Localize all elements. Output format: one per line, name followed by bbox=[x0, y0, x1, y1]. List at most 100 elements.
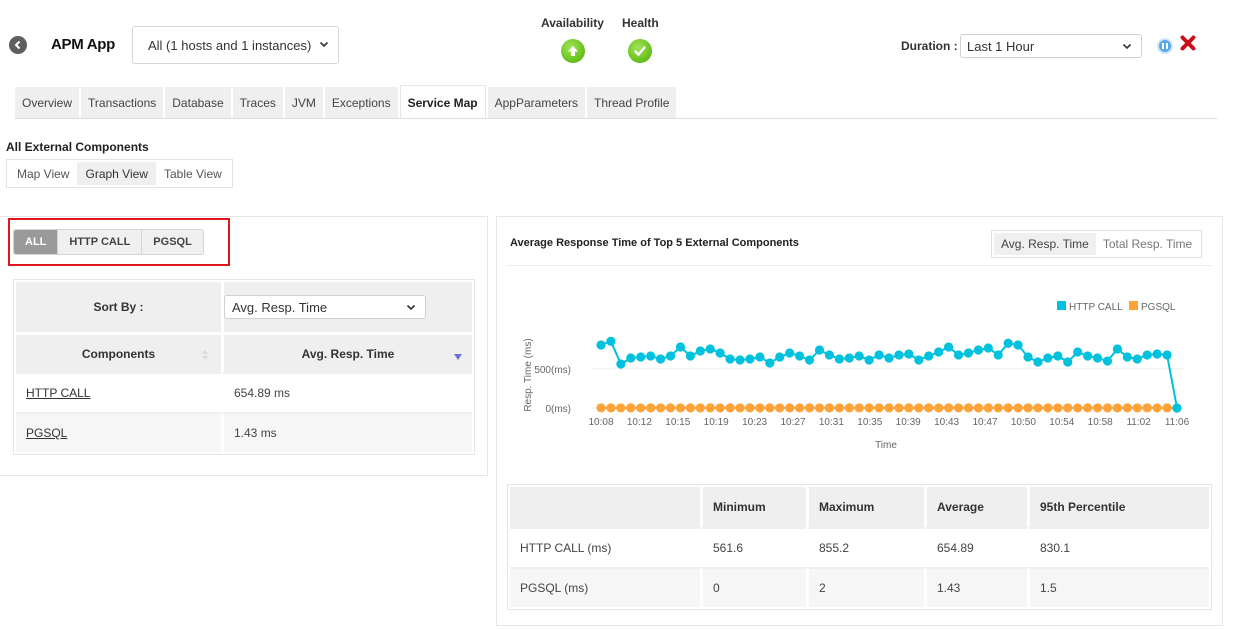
components-column-header[interactable]: Components bbox=[16, 332, 221, 372]
table-row: HTTP CALL (ms) 561.6 855.2 654.89 830.1 bbox=[510, 527, 1209, 567]
data-point-http-call bbox=[943, 342, 954, 352]
data-point-pgsql bbox=[1152, 403, 1162, 413]
y-axis-title: Resp. Time (ms) bbox=[523, 338, 534, 411]
stats-header-average: Average bbox=[924, 487, 1027, 527]
table-view-tab[interactable]: Table View bbox=[156, 162, 230, 185]
health-check-icon[interactable] bbox=[628, 39, 652, 63]
stats-cell: 1.5 bbox=[1027, 567, 1209, 607]
stats-row-label: PGSQL (ms) bbox=[510, 567, 700, 607]
data-point-pgsql bbox=[804, 403, 815, 413]
chevron-left-icon bbox=[14, 40, 21, 50]
x-tick-label: 10:35 bbox=[857, 417, 882, 428]
data-point-pgsql bbox=[646, 403, 656, 413]
data-point-http-call bbox=[1083, 351, 1093, 361]
legend-swatch bbox=[1129, 301, 1138, 310]
data-point-http-call bbox=[675, 342, 686, 352]
data-point-http-call bbox=[1003, 338, 1013, 348]
tab-service-map[interactable]: Service Map bbox=[399, 85, 486, 119]
data-point-http-call bbox=[924, 351, 934, 361]
availability-up-icon[interactable] bbox=[561, 39, 585, 63]
data-point-http-call bbox=[1172, 403, 1182, 413]
data-point-http-call bbox=[884, 353, 894, 363]
data-point-pgsql bbox=[755, 403, 765, 413]
y-tick-label: 0(ms) bbox=[545, 404, 571, 415]
data-point-http-call bbox=[973, 345, 983, 355]
data-point-http-call bbox=[1142, 350, 1152, 360]
data-point-pgsql bbox=[1122, 403, 1132, 413]
graph-view-tab[interactable]: Graph View bbox=[77, 162, 156, 185]
data-point-http-call bbox=[725, 354, 735, 364]
highlight-annotation bbox=[8, 218, 230, 266]
data-point-pgsql bbox=[795, 403, 805, 413]
stats-row-label: HTTP CALL (ms) bbox=[510, 527, 700, 567]
x-tick-label: 10:23 bbox=[742, 417, 767, 428]
data-point-http-call bbox=[1013, 340, 1023, 350]
data-point-http-call bbox=[1033, 357, 1043, 367]
response-time-chart: 0(ms) 500(ms)Resp. Time (ms) 10:08 10:12 10:… bbox=[523, 301, 1190, 451]
back-button[interactable] bbox=[9, 36, 27, 54]
tab-exceptions[interactable]: Exceptions bbox=[324, 87, 398, 118]
data-point-http-call bbox=[1023, 352, 1033, 362]
chart-title: Average Response Time of Top 5 External … bbox=[510, 237, 799, 249]
map-view-tab[interactable]: Map View bbox=[9, 162, 77, 185]
y-tick-label: 500(ms) bbox=[534, 365, 571, 376]
table-row: PGSQL (ms) 0 2 1.43 1.5 bbox=[510, 567, 1209, 607]
health-label: Health bbox=[622, 16, 659, 30]
legend-label: HTTP CALL bbox=[1069, 302, 1123, 313]
data-point-pgsql bbox=[1073, 403, 1083, 413]
total-resp-time-button[interactable]: Total Resp. Time bbox=[1096, 233, 1199, 255]
data-point-http-call bbox=[1053, 351, 1063, 361]
tab-thread-profile[interactable]: Thread Profile bbox=[587, 87, 677, 118]
avg-resp-time-column-header[interactable]: Avg. Resp. Time bbox=[221, 332, 472, 372]
stats-cell: 2 bbox=[806, 567, 924, 607]
table-row: PGSQL 1.43 ms bbox=[16, 412, 472, 452]
avg-resp-time-button[interactable]: Avg. Resp. Time bbox=[994, 233, 1096, 255]
legend-label: PGSQL bbox=[1141, 302, 1176, 313]
pause-button[interactable] bbox=[1157, 38, 1173, 54]
data-point-pgsql bbox=[1092, 403, 1103, 413]
tab-jvm[interactable]: JVM bbox=[284, 87, 323, 118]
app-title: APM App bbox=[51, 36, 116, 53]
pause-icon bbox=[1162, 43, 1168, 49]
data-point-pgsql bbox=[943, 403, 954, 413]
data-point-http-call bbox=[795, 351, 805, 361]
data-point-http-call bbox=[715, 348, 725, 358]
data-point-http-call bbox=[864, 355, 874, 365]
data-point-pgsql bbox=[1023, 403, 1033, 413]
data-point-http-call bbox=[646, 351, 656, 361]
close-button[interactable] bbox=[1180, 34, 1196, 56]
data-point-http-call bbox=[626, 353, 636, 363]
x-tick-label: 10:47 bbox=[972, 417, 997, 428]
component-link[interactable]: HTTP CALL bbox=[26, 386, 90, 400]
data-point-pgsql bbox=[735, 403, 745, 413]
data-point-pgsql bbox=[1053, 403, 1063, 413]
data-point-pgsql bbox=[775, 403, 785, 413]
data-point-http-call bbox=[1043, 353, 1053, 363]
tab-overview[interactable]: Overview bbox=[15, 87, 80, 118]
data-point-pgsql bbox=[844, 403, 854, 413]
data-point-http-call bbox=[894, 350, 904, 360]
data-point-http-call bbox=[695, 346, 705, 356]
data-point-pgsql bbox=[824, 403, 835, 413]
sort-by-select[interactable]: Avg. Resp. Time bbox=[224, 295, 426, 319]
data-point-pgsql bbox=[1033, 403, 1043, 413]
x-axis-title: Time bbox=[875, 440, 897, 451]
data-point-pgsql bbox=[606, 403, 616, 413]
duration-select[interactable]: Last 1 Hour bbox=[960, 34, 1142, 58]
instance-select[interactable]: All (1 hosts and 1 instances) bbox=[132, 26, 339, 64]
tab-database[interactable]: Database bbox=[165, 87, 231, 118]
stats-table: Minimum Maximum Average 95th Percentile … bbox=[507, 484, 1212, 610]
x-tick-label: 10:31 bbox=[819, 417, 844, 428]
component-link[interactable]: PGSQL bbox=[26, 426, 67, 440]
tab-appparameters[interactable]: AppParameters bbox=[487, 87, 585, 118]
data-point-http-call bbox=[685, 351, 695, 361]
main-tabs: Overview Transactions Database Traces JV… bbox=[15, 85, 677, 119]
data-point-pgsql bbox=[715, 403, 725, 413]
data-point-http-call bbox=[765, 358, 775, 368]
data-point-pgsql bbox=[1083, 403, 1093, 413]
data-point-http-call bbox=[844, 353, 854, 363]
tab-traces[interactable]: Traces bbox=[232, 87, 283, 118]
tab-transactions[interactable]: Transactions bbox=[81, 87, 164, 118]
sort-desc-icon bbox=[454, 354, 462, 360]
data-point-http-call bbox=[934, 347, 944, 357]
